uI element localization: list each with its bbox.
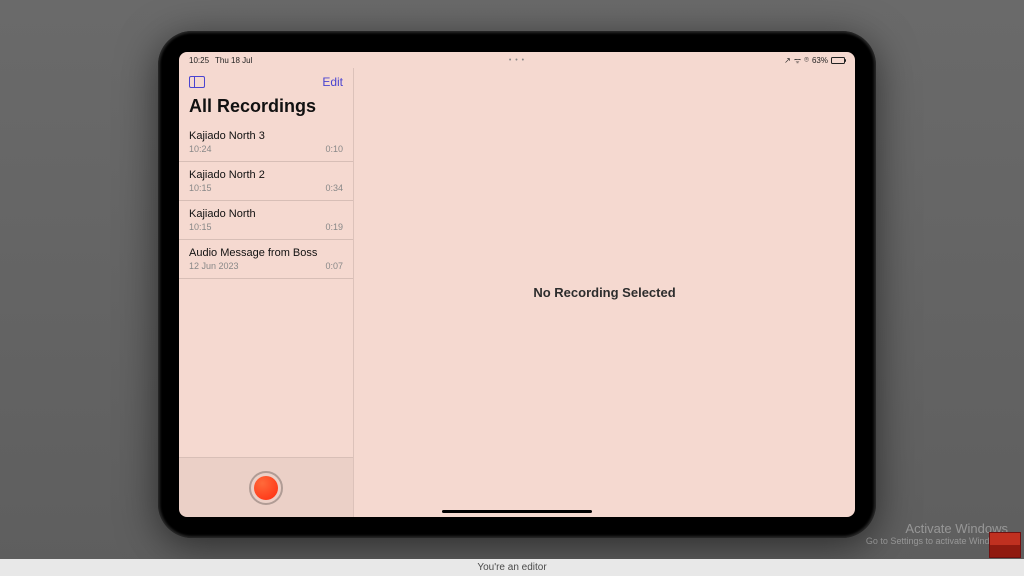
status-right: ↗ ᯤ ⌾ 63% [784,55,845,66]
recording-duration: 0:19 [325,222,343,232]
rotation-lock-icon: ⌾ [804,55,809,65]
recording-name: Audio Message from Boss [189,247,343,259]
recording-duration: 0:34 [325,183,343,193]
tablet-frame: 10:25 Thu 18 Jul • • • ↗ ᯤ ⌾ 63% Edit Al… [158,31,876,538]
list-item[interactable]: Kajiado North 10:15 0:19 [179,201,353,240]
status-time: 10:25 [189,56,209,65]
recording-time: 10:24 [189,144,212,154]
recording-duration: 0:10 [325,144,343,154]
recording-list[interactable]: Kajiado North 3 10:24 0:10 Kajiado North… [179,123,353,457]
recording-time: 12 Jun 2023 [189,261,239,271]
list-item[interactable]: Kajiado North 3 10:24 0:10 [179,123,353,162]
battery-percentage: 63% [812,56,828,65]
record-dot-icon [254,476,278,500]
record-button[interactable] [249,471,283,505]
location-icon: ↗ [784,56,791,65]
recording-name: Kajiado North [189,208,343,220]
record-area [179,457,353,517]
recording-name: Kajiado North 3 [189,130,343,142]
edit-button[interactable]: Edit [322,75,343,89]
recording-time: 10:15 [189,183,212,193]
recording-duration: 0:07 [325,261,343,271]
bottom-status-bar: You're an editor [0,559,1024,576]
status-date: Thu 18 Jul [215,56,252,65]
bottom-status-text: You're an editor [477,562,546,573]
activate-windows-watermark: Activate Windows Go to Settings to activ… [866,521,1008,546]
wifi-icon: ᯤ [794,55,801,66]
list-item[interactable]: Audio Message from Boss 12 Jun 2023 0:07 [179,240,353,279]
tablet-screen: 10:25 Thu 18 Jul • • • ↗ ᯤ ⌾ 63% Edit Al… [179,52,855,517]
page-title: All Recordings [179,96,353,123]
list-item[interactable]: Kajiado North 2 10:15 0:34 [179,162,353,201]
watermark-sub: Go to Settings to activate Windows. [866,536,1008,546]
battery-icon [831,57,845,64]
empty-state-text: No Recording Selected [533,285,675,300]
thumbnail-icon[interactable] [989,532,1021,558]
content-area: Edit All Recordings Kajiado North 3 10:2… [179,68,855,517]
status-bar: 10:25 Thu 18 Jul • • • ↗ ᯤ ⌾ 63% [179,52,855,68]
recording-time: 10:15 [189,222,212,232]
sidebar-toggle-icon[interactable] [189,76,205,88]
recording-name: Kajiado North 2 [189,169,343,181]
home-indicator[interactable] [442,510,592,513]
sidebar-toolbar: Edit [179,68,353,96]
detail-pane: No Recording Selected [354,68,855,517]
multitask-dots-icon[interactable]: • • • [509,57,525,64]
watermark-title: Activate Windows [866,521,1008,536]
status-left: 10:25 Thu 18 Jul [189,56,252,65]
sidebar: Edit All Recordings Kajiado North 3 10:2… [179,68,354,517]
